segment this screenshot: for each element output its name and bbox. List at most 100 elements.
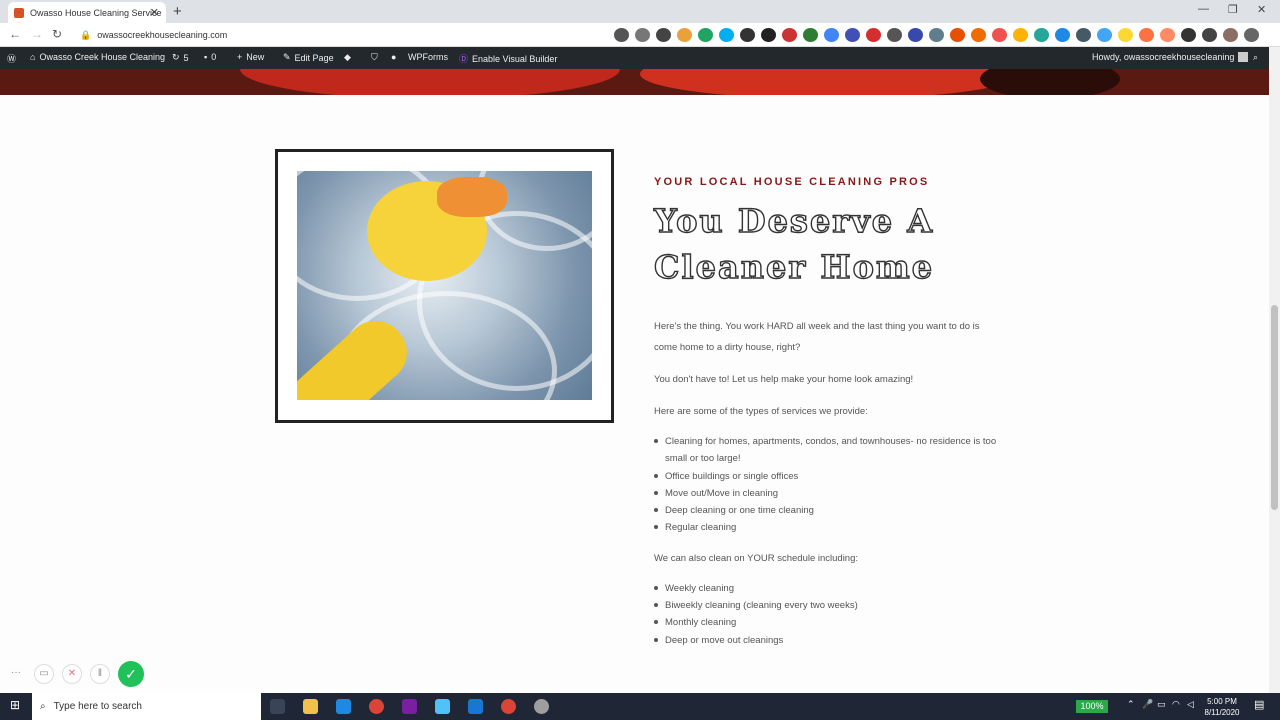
camera-toggle-icon[interactable]: ▭ <box>34 664 54 684</box>
pencil-icon: ✎ <box>283 52 291 62</box>
taskbar-search[interactable]: ⌕ Type here to search <box>32 693 261 720</box>
reload-icon[interactable]: ↻ <box>52 27 62 41</box>
promise-paragraph: You don't have to! Let us help make your… <box>654 374 914 385</box>
close-window-button[interactable]: ✕ <box>1257 3 1266 16</box>
clock-time: 5:00 PM <box>1207 697 1237 706</box>
diamond-icon[interactable]: ◆ <box>344 52 351 63</box>
shield-icon[interactable]: ⛉ <box>371 52 378 63</box>
ext-plus-icon[interactable] <box>1118 28 1133 42</box>
calculator-icon[interactable] <box>468 699 483 714</box>
ext-puzzle-icon[interactable] <box>950 28 965 42</box>
app-blue-icon[interactable] <box>435 699 450 714</box>
camera-icon[interactable] <box>614 28 629 42</box>
browser-tab[interactable]: Owasso House Cleaning Service ✕ <box>8 2 166 23</box>
extension-icons <box>614 28 1259 42</box>
extensions-puzzle-icon[interactable] <box>1181 28 1196 42</box>
plus-icon: + <box>237 52 243 62</box>
microphone-icon[interactable]: 🎤 <box>1142 699 1153 710</box>
ext-green-icon[interactable] <box>803 28 818 42</box>
wpforms-link[interactable]: WPForms <box>408 52 448 62</box>
ext-red-icon[interactable] <box>782 28 797 42</box>
visual-builder-link[interactable]: Ⓓ Enable Visual Builder <box>459 52 557 65</box>
menu-dots-icon[interactable] <box>1244 28 1259 42</box>
new-label: New <box>246 52 265 62</box>
ext-diamond-icon[interactable] <box>1160 28 1175 42</box>
file-explorer-icon[interactable] <box>303 699 318 714</box>
ext-color-icon[interactable] <box>824 28 839 42</box>
volume-icon[interactable]: ◁ <box>1187 699 1194 710</box>
taskbar-clock[interactable]: 5:00 PM 8/11/2020 <box>1200 696 1244 718</box>
app-l-icon[interactable] <box>336 699 351 714</box>
tab-close-icon[interactable]: ✕ <box>150 6 159 19</box>
ext-stop-icon[interactable] <box>866 28 881 42</box>
forward-icon[interactable]: → <box>31 27 43 41</box>
star-icon[interactable] <box>635 28 650 42</box>
ext-inv-icon[interactable] <box>1076 28 1091 42</box>
address-bar-row: ← → ↻ 🔒 owassocreekhousecleaning.com <box>0 23 1280 47</box>
account-menu[interactable]: Howdy, owassocreekhousecleaning <box>1092 52 1249 62</box>
ext-dark-icon[interactable] <box>740 28 755 42</box>
ext-square-icon[interactable] <box>908 28 923 42</box>
zoom-level-badge[interactable]: 100% <box>1076 700 1108 713</box>
howdy-label: Howdy, owassocreekhousecleaning <box>1092 52 1235 62</box>
edit-page-label: Edit Page <box>294 52 334 63</box>
chevron-up-icon[interactable]: ⌃ <box>1127 699 1135 710</box>
ext-react-icon[interactable] <box>1097 28 1112 42</box>
chrome-profile-icon[interactable] <box>501 699 516 714</box>
wifi-icon[interactable]: ◠ <box>1172 699 1180 710</box>
ext-grammarly-icon[interactable] <box>698 28 713 42</box>
slack-icon[interactable] <box>402 699 417 714</box>
back-icon[interactable]: ← <box>9 27 21 41</box>
ext-orange-icon[interactable] <box>677 28 692 42</box>
list-item: Biweekly cleaning (cleaning every two we… <box>654 597 1004 614</box>
updates-link[interactable]: ↻ 5 <box>172 52 189 63</box>
minimize-button[interactable]: — <box>1198 3 1209 15</box>
ext-blue-icon[interactable] <box>845 28 860 42</box>
ext-skype-icon[interactable] <box>719 28 734 42</box>
page-scrollbar[interactable] <box>1269 47 1280 693</box>
ext-chrome-icon[interactable] <box>1055 28 1070 42</box>
battery-icon[interactable]: ▭ <box>1157 699 1166 710</box>
scrollbar-thumb[interactable] <box>1271 305 1278 510</box>
notifications-icon[interactable]: ▤ <box>1254 698 1264 711</box>
list-item: Regular cleaning <box>654 519 1004 536</box>
cancel-recording-icon[interactable]: ✕ <box>62 664 82 684</box>
list-item: Deep cleaning or one time cleaning <box>654 502 1004 519</box>
new-content-link[interactable]: + New <box>237 52 264 62</box>
reading-list-icon[interactable] <box>1202 28 1217 42</box>
chrome-icon[interactable] <box>369 699 384 714</box>
visual-builder-label: Enable Visual Builder <box>472 53 558 64</box>
ext-arrow-icon[interactable] <box>1139 28 1154 42</box>
windows-start-icon[interactable]: ⊞ <box>10 698 20 712</box>
edit-page-link[interactable]: ✎ Edit Page <box>283 52 334 63</box>
finish-recording-icon[interactable]: ✓ <box>118 661 144 687</box>
admin-search-icon[interactable]: ⌕ <box>1253 52 1258 63</box>
comments-link[interactable]: ▪ 0 <box>204 52 216 62</box>
profile-avatar-icon[interactable] <box>1223 28 1238 42</box>
task-view-icon[interactable] <box>270 699 285 714</box>
pause-recording-icon[interactable]: ‖ <box>90 664 110 684</box>
search-ext-icon[interactable] <box>656 28 671 42</box>
wordpress-logo-icon[interactable]: Ⓦ <box>7 52 16 65</box>
user-avatar <box>1238 52 1249 62</box>
ext-yellow-icon[interactable] <box>1013 28 1028 42</box>
clock-date: 8/11/2020 <box>1204 708 1240 717</box>
ext-check-icon[interactable] <box>761 28 776 42</box>
cleaning-glove-image <box>297 171 592 400</box>
list-item: Monthly cleaning <box>654 614 1004 631</box>
url-field[interactable]: 🔒 owassocreekhousecleaning.com <box>80 27 655 43</box>
ext-pink-icon[interactable] <box>992 28 1007 42</box>
services-content: YOUR LOCAL HOUSE CLEANING PROS You Deser… <box>653 176 1004 660</box>
maximize-button[interactable]: ❐ <box>1228 3 1238 16</box>
more-options-icon[interactable]: ··· <box>6 664 26 684</box>
url-text: owassocreekhousecleaning.com <box>97 30 228 40</box>
settings-gear-icon[interactable] <box>534 699 549 714</box>
ext-orange2-icon[interactable] <box>971 28 986 42</box>
ext-teal-icon[interactable] <box>1034 28 1049 42</box>
site-name-link[interactable]: ⌂ Owasso Creek House Cleaning <box>30 52 165 62</box>
list-item: Deep or move out cleanings <box>654 632 1004 649</box>
ext-grey-icon[interactable] <box>929 28 944 42</box>
ext-font-icon[interactable] <box>887 28 902 42</box>
updates-icon: ↻ <box>172 52 180 62</box>
new-tab-button[interactable]: + <box>173 3 182 20</box>
